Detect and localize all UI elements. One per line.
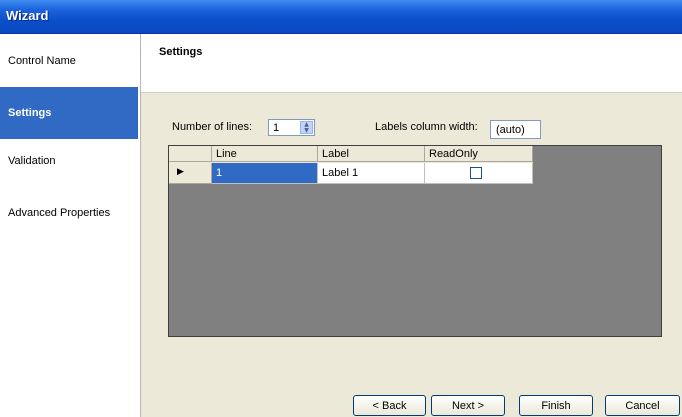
settings-grid: Line Label ReadOnly ▶ 1 Label 1 (168, 145, 662, 337)
readonly-checkbox[interactable] (470, 167, 482, 179)
finish-button[interactable]: Finish (519, 395, 593, 416)
sidebar-item-label: Control Name (8, 55, 76, 67)
content-header: Settings (141, 34, 682, 93)
wizard-window: Wizard Control Name Settings Validation … (0, 0, 682, 417)
grid-cell-line[interactable]: 1 (212, 163, 318, 184)
sidebar-item-advanced-properties[interactable]: Advanced Properties (0, 187, 138, 239)
grid-column-line[interactable]: Line (212, 146, 318, 162)
next-button[interactable]: Next > (431, 395, 505, 416)
grid-column-label[interactable]: Label (318, 146, 425, 162)
grid-header: Line Label ReadOnly (169, 146, 533, 163)
grid-cell-readonly[interactable] (425, 163, 533, 184)
page-title: Settings (159, 46, 203, 58)
stepper-buttons: ▲ ▼ (300, 121, 313, 134)
cancel-button[interactable]: Cancel (605, 395, 680, 416)
sidebar: Control Name Settings Validation Advance… (0, 34, 141, 417)
sidebar-item-label: Advanced Properties (8, 207, 111, 219)
sidebar-item-validation[interactable]: Validation (0, 135, 138, 187)
number-of-lines-stepper[interactable]: 1 ▲ ▼ (268, 119, 315, 136)
current-row-arrow-icon: ▶ (177, 167, 184, 177)
labels-column-width-input[interactable]: (auto) (490, 120, 541, 139)
sidebar-item-control-name[interactable]: Control Name (0, 35, 138, 87)
settings-panel: Number of lines: 1 ▲ ▼ Labels column wid… (141, 93, 682, 385)
grid-column-readonly[interactable]: ReadOnly (425, 146, 533, 162)
labels-column-width-label: Labels column width: (375, 121, 478, 133)
grid-corner-header (169, 146, 212, 162)
stepper-down-icon[interactable]: ▼ (301, 128, 312, 134)
sidebar-item-label: Settings (8, 107, 52, 119)
window-title: Wizard (6, 8, 49, 23)
grid-cell-label[interactable]: Label 1 (318, 163, 425, 184)
back-button[interactable]: < Back (353, 395, 426, 416)
grid-row-header[interactable]: ▶ (169, 163, 212, 184)
number-of-lines-value[interactable]: 1 (273, 122, 279, 134)
wizard-footer: < Back Next > Finish Cancel (141, 385, 682, 417)
sidebar-item-settings[interactable]: Settings (0, 87, 138, 139)
title-bar[interactable]: Wizard (0, 0, 682, 34)
sidebar-item-label: Validation (8, 155, 56, 167)
number-of-lines-label: Number of lines: (172, 121, 253, 133)
labels-column-width-value[interactable]: (auto) (496, 124, 525, 136)
